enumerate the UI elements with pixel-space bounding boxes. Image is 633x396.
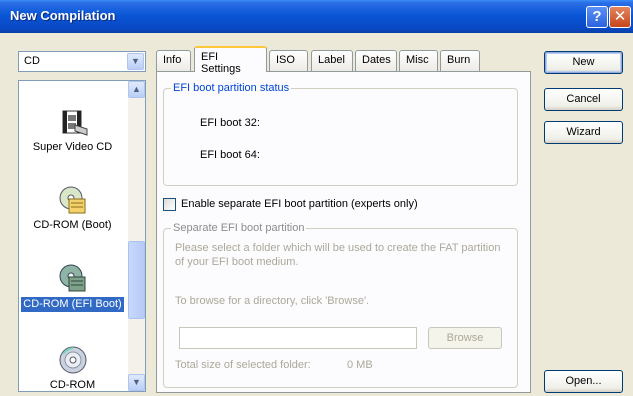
chevron-down-icon[interactable]: ▼ (127, 53, 144, 70)
tab-burn[interactable]: Burn (440, 50, 480, 71)
help-button[interactable]: ? (586, 6, 608, 28)
total-size-label: Total size of selected folder: (175, 359, 311, 371)
cdrom-efi-boot-icon (59, 264, 85, 292)
separate-efi-checkbox[interactable] (163, 198, 176, 211)
tab-dates[interactable]: Dates (355, 50, 397, 71)
tab-info[interactable]: Info (156, 50, 191, 71)
tab-misc[interactable]: Misc (399, 50, 438, 71)
separate-partition-group: Separate EFI boot partition Please selec… (163, 222, 518, 388)
efi-status-title: EFI boot partition status (171, 82, 292, 94)
browse-button[interactable]: Browse (428, 327, 502, 349)
super-video-cd-icon (62, 110, 87, 136)
list-item-cdrom[interactable]: CD-ROM (20, 345, 125, 391)
scroll-down-icon[interactable]: ▼ (128, 374, 145, 391)
window-title: New Compilation (10, 8, 116, 23)
cdrom-icon (59, 346, 86, 374)
folder-path-input[interactable] (179, 327, 417, 349)
new-button[interactable]: New (544, 51, 623, 74)
open-button[interactable]: Open... (544, 370, 623, 393)
compilation-list[interactable]: Super Video CD CD-ROM (Boot) CD-ROM (EFI… (18, 80, 146, 392)
separate-efi-checkbox-label[interactable]: Enable separate EFI boot partition (expe… (181, 198, 418, 210)
title-bar: New Compilation ? ✕ (0, 0, 633, 33)
tab-label[interactable]: Label (311, 50, 353, 71)
cdrom-boot-icon (59, 186, 85, 214)
list-item-label: CD-ROM (49, 379, 96, 391)
efi-settings-panel: EFI boot partition status EFI boot 32: E… (156, 71, 531, 393)
total-size-value: 0 MB (347, 359, 373, 371)
list-item-cdrom-efi-boot[interactable]: CD-ROM (EFI Boot) (20, 263, 125, 312)
efi64-label: EFI boot 64: (200, 149, 260, 161)
scroll-thumb[interactable] (128, 241, 145, 319)
efi-status-group: EFI boot partition status EFI boot 32: E… (163, 82, 518, 186)
browse-hint: To browse for a directory, click 'Browse… (175, 295, 370, 307)
efi32-label: EFI boot 32: (200, 117, 260, 129)
list-item-cdrom-boot[interactable]: CD-ROM (Boot) (20, 185, 125, 232)
wizard-button[interactable]: Wizard (544, 121, 623, 144)
compilation-type-select[interactable]: CD ▼ (18, 51, 146, 72)
separate-partition-description: Please select a folder which will be use… (175, 242, 501, 268)
list-item-label: CD-ROM (Boot) (33, 219, 112, 231)
cancel-button[interactable]: Cancel (544, 88, 623, 111)
list-item-label: Super Video CD (32, 141, 113, 153)
scroll-up-icon[interactable]: ▲ (128, 81, 145, 98)
list-item-label: CD-ROM (EFI Boot) (21, 297, 124, 312)
compilation-type-value: CD (24, 55, 40, 67)
separate-partition-title: Separate EFI boot partition (171, 222, 307, 234)
list-scrollbar[interactable]: ▲ ▼ (128, 81, 145, 391)
close-button[interactable]: ✕ (609, 6, 631, 28)
list-item-super-video-cd[interactable]: Super Video CD (20, 107, 125, 154)
tab-iso[interactable]: ISO (269, 50, 308, 71)
tab-efi-settings[interactable]: EFI Settings (194, 46, 267, 75)
